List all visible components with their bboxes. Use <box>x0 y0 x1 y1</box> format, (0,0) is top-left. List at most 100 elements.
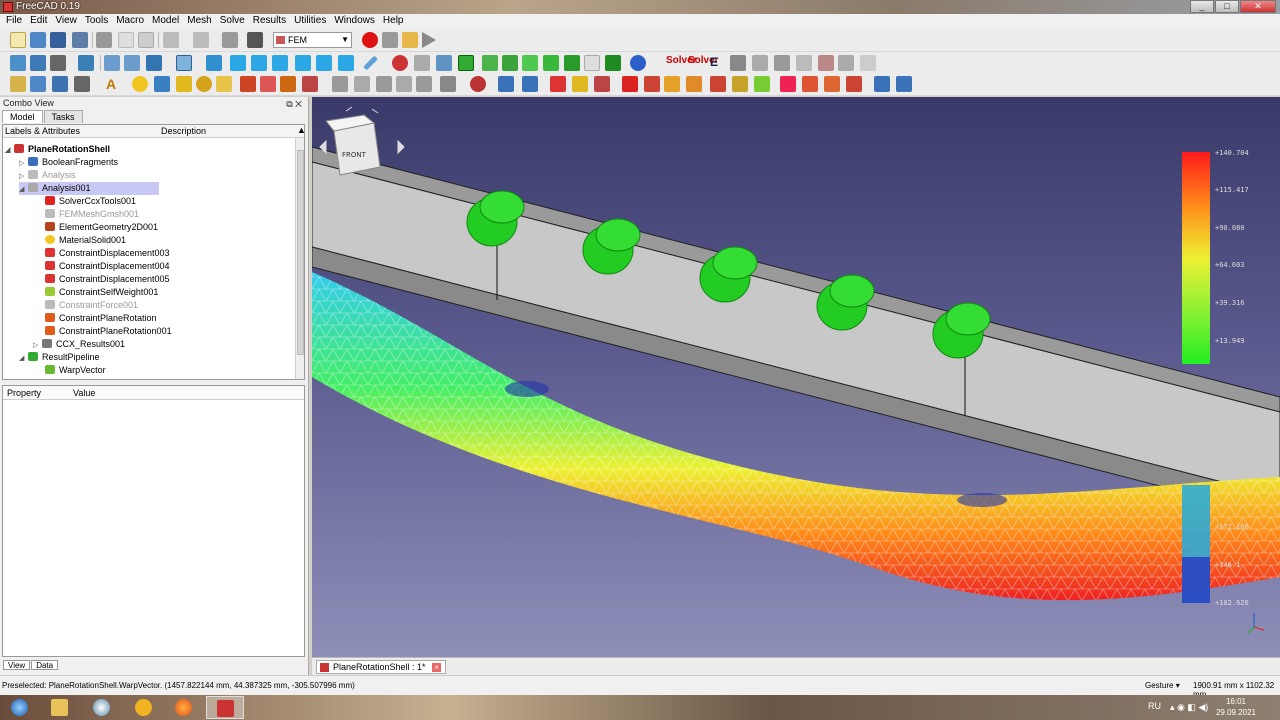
constraint-contact-icon[interactable] <box>498 76 514 92</box>
constraint-force-icon[interactable] <box>572 76 588 92</box>
view-isometric-icon[interactable] <box>206 55 222 71</box>
constraint-tie-icon[interactable] <box>440 76 456 92</box>
menu-windows[interactable]: Windows <box>330 14 379 29</box>
constraint-self-weight2-icon[interactable] <box>416 76 432 92</box>
material-editor-icon[interactable] <box>216 76 232 92</box>
view-front-icon[interactable] <box>230 55 246 71</box>
tree-item-materialsolid001[interactable]: MaterialSolid001 <box>45 234 126 247</box>
tree-item-constraintdisplacement004[interactable]: ConstraintDisplacement004 <box>45 260 170 273</box>
paste-icon[interactable] <box>138 32 154 48</box>
tree-item-solverccxtools001[interactable]: SolverCcxTools001 <box>45 195 136 208</box>
fem-mesh-netgen-icon[interactable] <box>543 55 559 71</box>
macros-icon[interactable] <box>402 32 418 48</box>
prop-col-property[interactable]: Property <box>7 388 41 398</box>
fit-selection-icon[interactable] <box>30 55 46 71</box>
taskbar-firefox[interactable] <box>168 696 198 719</box>
fem-analysis-icon[interactable] <box>482 55 498 71</box>
constraint-initial-flow-icon[interactable] <box>396 76 412 92</box>
maximize-button[interactable]: □ <box>1215 0 1239 13</box>
system-clock[interactable]: 16:01 29.09.2021 <box>1212 696 1260 718</box>
constraint-self-weight-icon[interactable] <box>754 76 770 92</box>
constraint-plane-rotation-icon[interactable] <box>622 76 638 92</box>
text-annotation-icon[interactable]: A <box>106 76 122 92</box>
constraint-electrostatic-icon[interactable] <box>354 76 370 92</box>
whats-this-icon[interactable] <box>247 32 263 48</box>
taskbar-aimp[interactable] <box>128 696 158 719</box>
minimize-button[interactable]: _ <box>1190 0 1214 13</box>
expand-arrow-icon[interactable]: ◢ <box>19 352 28 365</box>
constraint-flow-velocity-icon[interactable] <box>376 76 392 92</box>
language-indicator[interactable]: RU <box>1148 701 1161 711</box>
fem-mesh-group-icon[interactable] <box>584 55 600 71</box>
tree-item-analysis001[interactable]: ◢ Analysis001 <box>19 182 159 195</box>
fem-mesh-boundary-icon[interactable] <box>605 55 621 71</box>
zoom-box-icon[interactable] <box>176 55 192 71</box>
tree-item-constraintplanerotation[interactable]: ConstraintPlaneRotation <box>45 312 157 325</box>
constraint-bearing-icon[interactable] <box>710 76 726 92</box>
view-right-icon[interactable] <box>272 55 288 71</box>
tree-scroll-thumb[interactable] <box>297 150 304 355</box>
tree-col-labels[interactable]: Labels & Attributes <box>5 126 80 136</box>
tree-item-constraintselfweight001[interactable]: ConstraintSelfWeight001 <box>45 286 158 299</box>
constraint-fixed-icon[interactable] <box>470 76 486 92</box>
scroll-up-icon[interactable]: ▲ <box>297 125 304 135</box>
solver-elmer-icon[interactable]: Solver <box>688 55 719 71</box>
results-icon[interactable] <box>796 55 812 71</box>
constraint-section-print-icon[interactable] <box>802 76 818 92</box>
menu-macro[interactable]: Macro <box>112 14 148 29</box>
section-icon[interactable] <box>414 55 430 71</box>
menu-edit[interactable]: Edit <box>26 14 51 29</box>
start-button[interactable] <box>4 696 34 719</box>
expand-arrow-icon[interactable]: ◢ <box>19 183 28 196</box>
sync-icon[interactable] <box>436 55 452 71</box>
tree-col-description[interactable]: Description <box>161 126 206 136</box>
link-icon[interactable] <box>52 76 68 92</box>
execute-macro-icon[interactable] <box>422 32 436 48</box>
tree-item-constraintplanerotation001[interactable]: ConstraintPlaneRotation001 <box>45 325 172 338</box>
tree-item-analysis[interactable]: ▷ Analysis <box>19 169 76 182</box>
tree-item-constraintdisplacement003[interactable]: ConstraintDisplacement003 <box>45 247 170 260</box>
prop-col-value[interactable]: Value <box>73 388 95 398</box>
taskbar-explorer[interactable] <box>44 696 74 719</box>
tree-item-resultpipeline[interactable]: ◢ ResultPipeline <box>19 351 100 364</box>
close-window-button[interactable]: ✕ <box>1240 0 1276 13</box>
tree-item-constraintforce001[interactable]: ConstraintForce001 <box>45 299 138 312</box>
menu-help[interactable]: Help <box>379 14 408 29</box>
clipping-icon[interactable] <box>392 55 408 71</box>
solver-z88-icon[interactable]: E <box>710 55 726 71</box>
fem-mesh-region-icon[interactable] <box>564 55 580 71</box>
menu-tools[interactable]: Tools <box>81 14 112 29</box>
constraint-gear-icon[interactable] <box>732 76 748 92</box>
solver-control-icon[interactable] <box>774 55 790 71</box>
menu-file[interactable]: File <box>2 14 26 29</box>
redo-icon[interactable] <box>193 32 209 48</box>
new-file-icon[interactable] <box>10 32 26 48</box>
constraint-heatflux-icon[interactable] <box>522 76 538 92</box>
clear-mesh-icon[interactable] <box>896 76 912 92</box>
select-icon[interactable] <box>10 76 26 92</box>
refresh-icon[interactable] <box>222 32 238 48</box>
taskbar-freecad[interactable] <box>206 696 244 719</box>
bounding-box-icon[interactable] <box>78 55 94 71</box>
save-icon[interactable] <box>50 32 66 48</box>
panel-float-close-icon[interactable]: ⧉ ✕ <box>286 98 302 111</box>
tree-item-booleanfragments[interactable]: ▷ BooleanFragments <box>19 156 118 169</box>
std-views-icon[interactable] <box>146 55 162 71</box>
solver-settings-icon[interactable] <box>730 55 746 71</box>
navigation-style-selector[interactable]: Gesture ▾ <box>1145 681 1180 690</box>
menu-view[interactable]: View <box>51 14 81 29</box>
solver-run-icon[interactable] <box>752 55 768 71</box>
stop-macro-icon[interactable] <box>382 32 398 48</box>
material-icon[interactable] <box>630 55 646 71</box>
draw-style-icon[interactable] <box>50 55 66 71</box>
solver-ccx-icon[interactable]: Solver <box>666 55 697 71</box>
material-fluid-icon[interactable] <box>154 76 170 92</box>
constraint-heatflux2-icon[interactable] <box>846 76 862 92</box>
constraint-pressure-icon[interactable] <box>594 76 610 92</box>
material-reinforced-icon[interactable] <box>196 76 212 92</box>
element-geometry2d-icon[interactable] <box>280 76 296 92</box>
record-macro-icon[interactable] <box>362 32 378 48</box>
menu-model[interactable]: Model <box>148 14 183 29</box>
tab-tasks[interactable]: Tasks <box>43 110 83 123</box>
tree-scrollbar[interactable] <box>295 138 304 379</box>
